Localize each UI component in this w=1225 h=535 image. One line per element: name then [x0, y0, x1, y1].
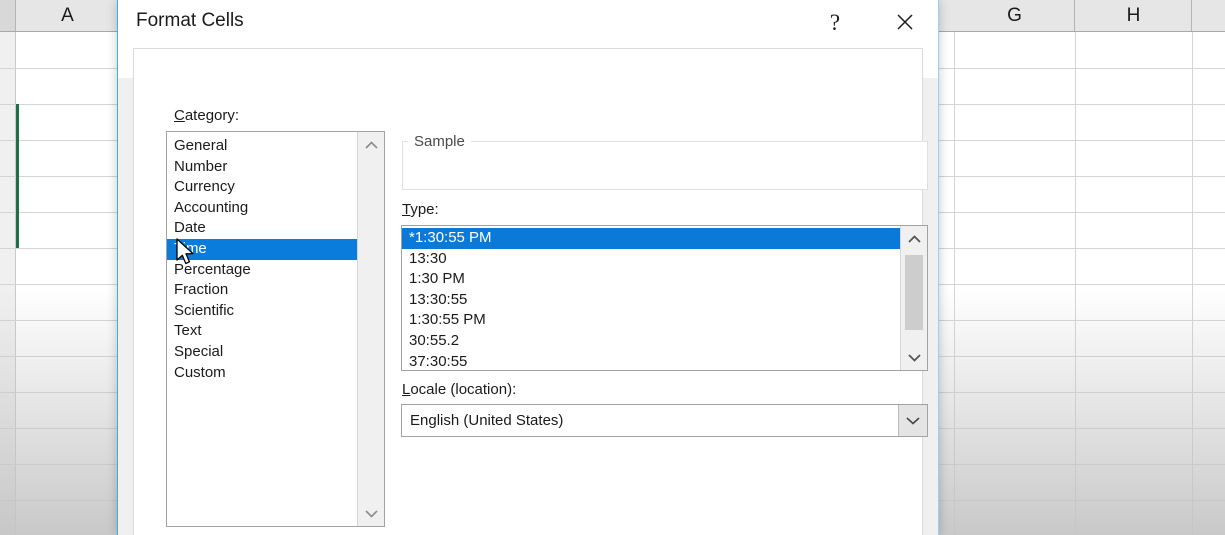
type-item-30-55-2[interactable]: 30:55.2 — [402, 331, 900, 352]
category-item-text[interactable]: Text — [167, 321, 357, 342]
format-cells-dialog: Format Cells ? Number Alignment Font Bor… — [117, 0, 939, 535]
locale-value: English (United States) — [410, 412, 564, 429]
category-item-number[interactable]: Number — [167, 157, 357, 178]
category-item-date[interactable]: Date — [167, 218, 357, 239]
scroll-up-icon[interactable] — [358, 132, 384, 158]
category-item-percentage[interactable]: Percentage — [167, 260, 357, 281]
locale-label: Locale (location): — [402, 381, 517, 398]
sample-label: Sample — [408, 133, 471, 150]
scroll-down-icon[interactable] — [358, 500, 384, 526]
column-header-g[interactable]: G — [955, 0, 1075, 31]
category-item-accounting[interactable]: Accounting — [167, 198, 357, 219]
type-label: Type: — [402, 201, 439, 218]
column-header-h[interactable]: H — [1076, 0, 1192, 31]
category-item-special[interactable]: Special — [167, 342, 357, 363]
dialog-title: Format Cells — [136, 10, 244, 31]
help-icon[interactable]: ? — [812, 0, 858, 44]
grid-line — [1075, 32, 1076, 535]
select-all-corner[interactable] — [0, 0, 16, 31]
type-item-13-30-55[interactable]: 13:30:55 — [402, 290, 900, 311]
cell-selection-indicator — [16, 104, 19, 248]
category-item-currency[interactable]: Currency — [167, 177, 357, 198]
category-item-general[interactable]: General — [167, 136, 357, 157]
category-item-time[interactable]: Time — [167, 238, 357, 260]
type-scrollbar[interactable] — [900, 226, 927, 370]
type-item-37-30-55[interactable]: 37:30:55 — [402, 352, 900, 370]
type-listbox[interactable]: *1:30:55 PM 13:30 1:30 PM 13:30:55 1:30:55 P… — [401, 225, 928, 371]
category-items: General Number Currency Accounting Date Time P… — [167, 136, 357, 383]
category-item-custom[interactable]: Custom — [167, 363, 357, 384]
type-item-13-30[interactable]: 13:30 — [402, 249, 900, 270]
type-item-1-30-pm[interactable]: 1:30 PM — [402, 269, 900, 290]
scroll-down-icon[interactable] — [901, 344, 927, 370]
scroll-up-icon[interactable] — [901, 226, 927, 252]
column-header-a[interactable]: A — [16, 0, 120, 31]
chevron-down-icon[interactable] — [898, 405, 927, 436]
category-listbox[interactable]: General Number Currency Accounting Date Time P… — [166, 131, 385, 527]
category-item-scientific[interactable]: Scientific — [167, 301, 357, 322]
type-item-1-30-55-pm[interactable]: 1:30:55 PM — [402, 310, 900, 331]
number-tab-panel: Category: General Number Currency Accountin… — [133, 48, 928, 535]
grid-line — [954, 32, 955, 535]
scrollbar-thumb[interactable] — [905, 255, 923, 330]
category-scrollbar[interactable] — [357, 132, 384, 526]
close-icon[interactable] — [882, 0, 928, 44]
locale-combobox[interactable]: English (United States) — [401, 404, 928, 437]
type-item-1-30-55-pm[interactable]: *1:30:55 PM — [402, 228, 900, 249]
grid-line — [1192, 32, 1193, 535]
dialog-titlebar[interactable]: Format Cells ? — [118, 0, 938, 44]
sample-groupbox — [402, 141, 928, 190]
type-items: *1:30:55 PM 13:30 1:30 PM 13:30:55 1:30:55 P… — [402, 228, 900, 370]
category-label: Category: — [174, 107, 240, 124]
category-item-fraction[interactable]: Fraction — [167, 280, 357, 301]
